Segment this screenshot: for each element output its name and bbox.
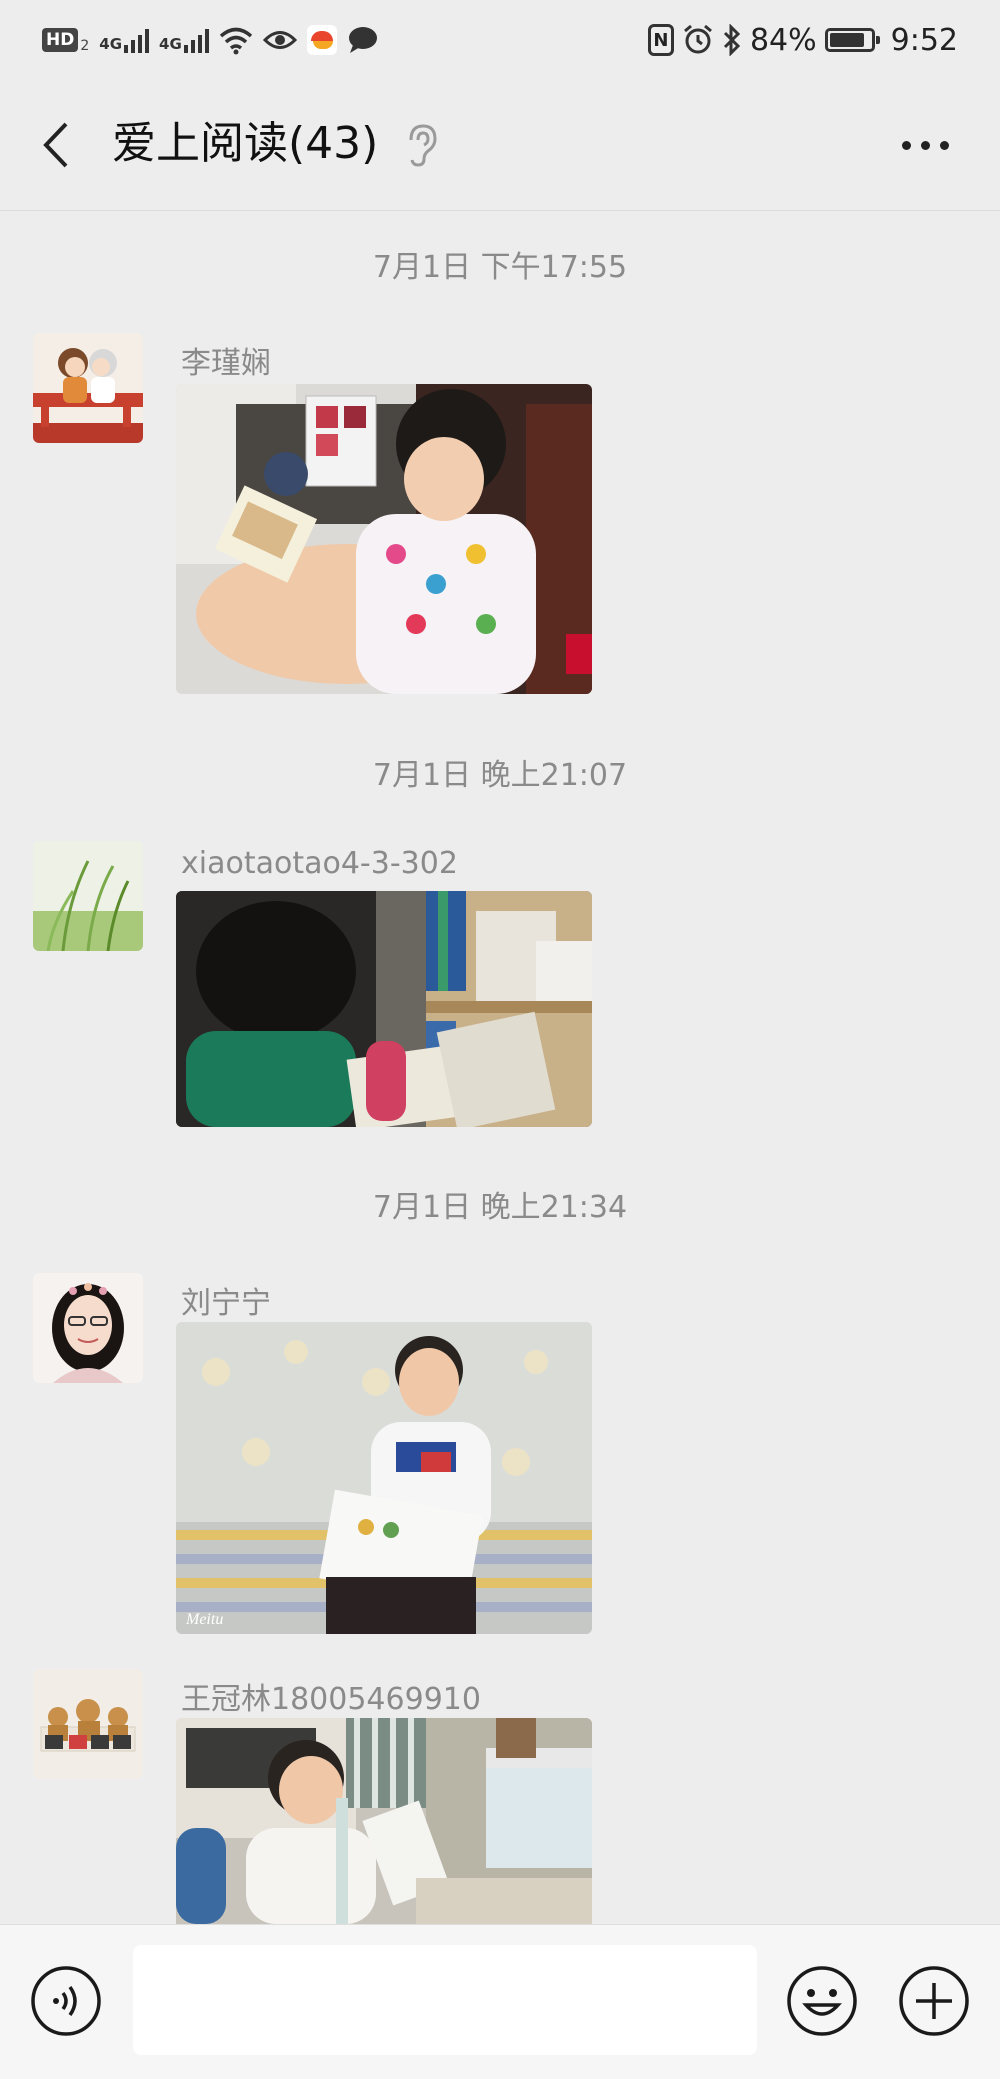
message-photo[interactable] bbox=[176, 891, 592, 1127]
network-type-2: 4G bbox=[159, 35, 182, 53]
emoji-icon bbox=[787, 1966, 857, 2036]
avatar[interactable] bbox=[33, 333, 143, 443]
voice-icon bbox=[31, 1966, 101, 2036]
chat-header: 爱上阅读(43) bbox=[0, 80, 1000, 211]
more-functions-button[interactable] bbox=[898, 1965, 970, 2037]
status-bar: HD 2 4G 4G N 84% 9:52 bbox=[0, 0, 1000, 80]
nfc-icon: N bbox=[647, 24, 674, 56]
message-icon bbox=[348, 27, 377, 53]
plus-icon bbox=[899, 1966, 969, 2036]
sender-name: 刘宁宁 bbox=[181, 1286, 271, 1321]
bluetooth-icon bbox=[723, 24, 741, 56]
app-notification-icon bbox=[306, 25, 337, 55]
timestamp: 7月1日 晚上21:34 bbox=[372, 1190, 628, 1225]
back-arrow-icon bbox=[43, 122, 68, 168]
message-photo[interactable] bbox=[176, 1718, 592, 1924]
alarm-icon bbox=[683, 24, 712, 54]
timestamp: 7月1日 下午17:55 bbox=[372, 250, 628, 285]
chat-input-bar bbox=[0, 1924, 1000, 2079]
battery-percent: 84% bbox=[749, 22, 817, 58]
battery-icon bbox=[824, 28, 880, 52]
sender-name: 王冠林18005469910 bbox=[181, 1682, 481, 1717]
avatar[interactable] bbox=[33, 1273, 143, 1383]
status-bar-left: HD 2 4G 4G bbox=[42, 20, 379, 60]
signal-icon-2: 4G bbox=[159, 27, 209, 53]
hd-sub: 2 bbox=[80, 38, 90, 54]
avatar[interactable] bbox=[33, 841, 143, 951]
status-bar-right: N 84% 9:52 bbox=[647, 20, 958, 60]
voice-input-button[interactable] bbox=[30, 1965, 102, 2037]
clock: 9:52 bbox=[890, 22, 958, 58]
wifi-icon bbox=[219, 27, 252, 55]
sender-name: xiaotaotao4-3-302 bbox=[181, 846, 458, 881]
back-button[interactable] bbox=[28, 110, 84, 180]
message-photo[interactable] bbox=[176, 384, 592, 694]
photo-watermark: Meitu bbox=[185, 1611, 223, 1628]
sender-name: 李瑾娴 bbox=[181, 346, 271, 381]
timestamp: 7月1日 晚上21:07 bbox=[372, 758, 628, 793]
eye-icon bbox=[262, 31, 297, 49]
message-input[interactable] bbox=[133, 1945, 757, 2055]
more-options-button[interactable] bbox=[890, 120, 960, 170]
network-type-1: 4G bbox=[99, 35, 123, 53]
ear-icon bbox=[409, 124, 437, 167]
message-photo[interactable]: Meitu bbox=[176, 1322, 592, 1634]
signal-icon-1: 4G bbox=[99, 27, 150, 53]
hd-badge: HD bbox=[42, 28, 79, 52]
avatar[interactable] bbox=[33, 1669, 143, 1779]
emoji-button[interactable] bbox=[786, 1965, 858, 2037]
chat-title: 爱上阅读(43) bbox=[112, 118, 379, 169]
